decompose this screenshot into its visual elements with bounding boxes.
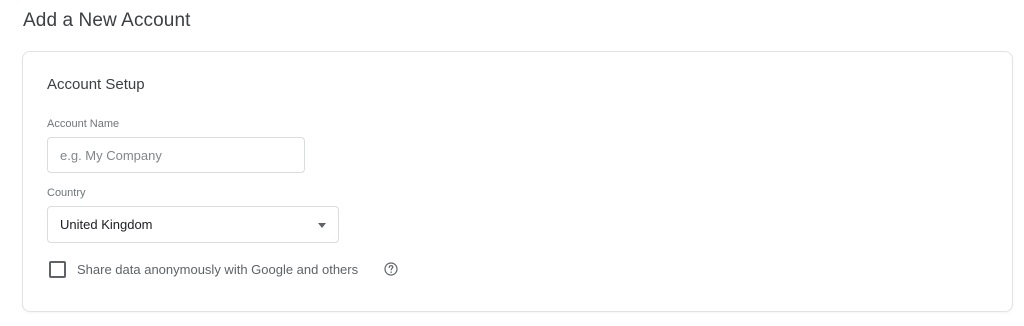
country-select[interactable]: United Kingdom — [47, 206, 339, 243]
country-selected-value: United Kingdom — [60, 217, 153, 232]
account-setup-card: Account Setup Account Name Country Unite… — [22, 51, 1013, 312]
help-circle-icon[interactable] — [384, 262, 398, 276]
page-title: Add a New Account — [23, 10, 191, 31]
account-name-label: Account Name — [47, 118, 120, 130]
country-label: Country — [47, 187, 86, 199]
share-data-label[interactable]: Share data anonymously with Google and o… — [77, 262, 358, 277]
share-data-checkbox[interactable] — [49, 261, 66, 278]
account-name-input[interactable] — [47, 137, 305, 173]
section-title: Account Setup — [47, 76, 145, 93]
dropdown-caret-icon — [318, 223, 326, 228]
